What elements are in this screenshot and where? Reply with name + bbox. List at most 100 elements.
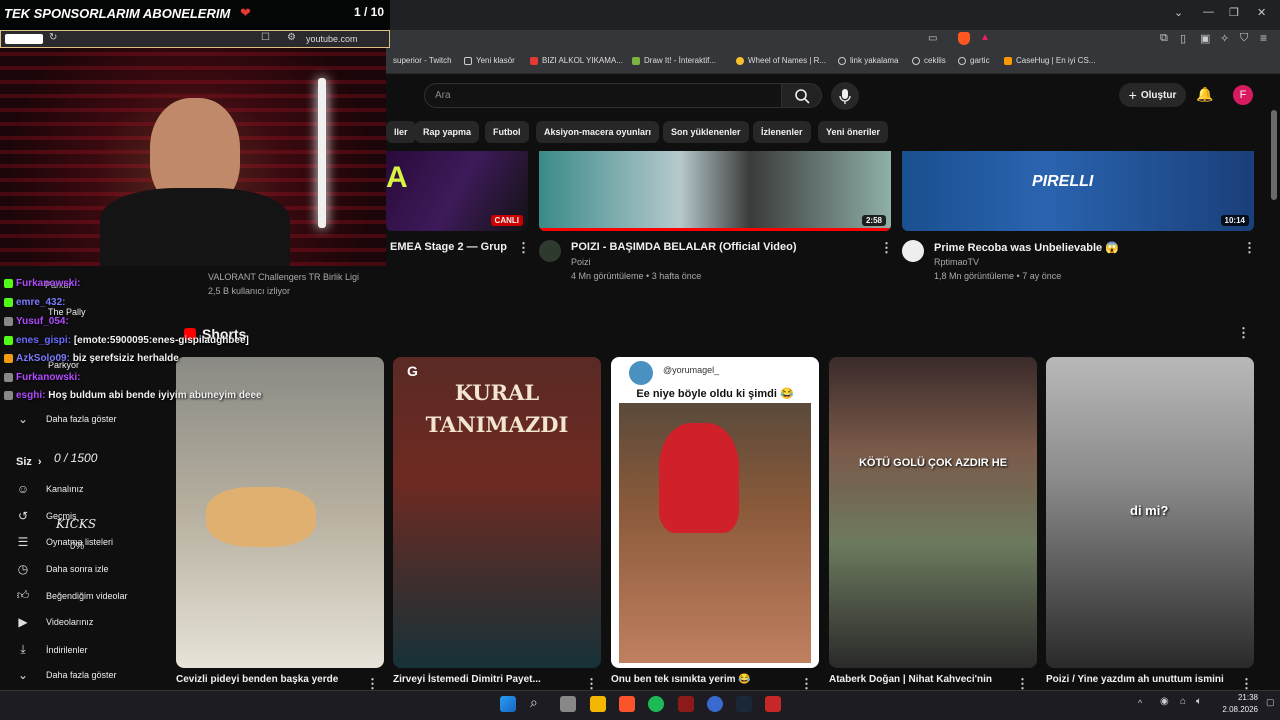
- bookmark[interactable]: link yakalama: [838, 56, 898, 65]
- sidebar-icon[interactable]: ▯: [1180, 32, 1186, 45]
- globe-icon: [912, 56, 920, 65]
- cast-icon[interactable]: ▭: [928, 33, 937, 44]
- brave-rewards-icon[interactable]: ▲: [980, 32, 990, 43]
- mic-icon: [839, 89, 851, 104]
- more-options-icon[interactable]: ⋮: [1243, 240, 1256, 256]
- network-icon[interactable]: ⌂: [1180, 696, 1186, 707]
- video-thumbnail-live[interactable]: A CANLI: [386, 151, 528, 231]
- tray-chevron-icon[interactable]: ^: [1138, 698, 1142, 708]
- duration-badge: 10:14: [1220, 215, 1249, 226]
- steam-icon[interactable]: [736, 696, 752, 712]
- brave-shield-icon[interactable]: [958, 32, 970, 45]
- channel-name[interactable]: VALORANT Challengers TR Birlik Ligi: [208, 272, 359, 282]
- more-options-icon[interactable]: ⋮: [880, 240, 893, 256]
- brave-browser-icon[interactable]: [619, 696, 635, 712]
- minimize-icon[interactable]: ⌄: [1174, 6, 1183, 19]
- video-meta: 1,8 Mn görüntüleme • 7 ay önce: [934, 271, 1062, 281]
- short-thumbnail[interactable]: KÖTÜ GOLÜ ÇOK AZDIR HE: [829, 357, 1037, 668]
- short-title[interactable]: Cevizli pideyi benden başka yerde: [176, 674, 338, 685]
- leo-icon[interactable]: ✧: [1220, 32, 1229, 45]
- short-title[interactable]: Poizi / Yine yazdım ah unuttum ismini: [1046, 674, 1224, 685]
- url-text[interactable]: youtube.com: [306, 34, 358, 44]
- short-title[interactable]: Zirveyi İstemedi Dimitri Payet...: [393, 674, 541, 685]
- sidebar-item-playlists[interactable]: ☰ Oynatma listeleri: [16, 535, 113, 549]
- chip[interactable]: Futbol: [485, 121, 529, 143]
- sidebar-item-watch-later[interactable]: ◷ Daha sonra izle: [16, 562, 109, 576]
- bookmark[interactable]: BIZI ALKOL YIKAMA...: [530, 56, 623, 65]
- short-overlay-text: KÖTÜ GOLÜ ÇOK AZDIR HE: [858, 457, 1008, 469]
- sidebar-you-header[interactable]: Siz ›: [16, 456, 42, 468]
- sidebar-item-liked[interactable]: 👍︎ Beğendiğim videolar: [16, 588, 128, 603]
- thumbnail-hair: [659, 423, 739, 533]
- channel-name[interactable]: RptimaoTV: [934, 257, 979, 267]
- spotify-icon[interactable]: [648, 696, 664, 712]
- task-view-icon[interactable]: [560, 696, 576, 712]
- bookmark[interactable]: cekilis: [912, 56, 946, 65]
- taskbar-date[interactable]: 2.08.2026: [1212, 705, 1258, 714]
- video-title[interactable]: POIZI - BAŞIMDA BELALAR (Official Video): [571, 241, 797, 253]
- app-icon[interactable]: [707, 696, 723, 712]
- chip[interactable]: ller: [386, 121, 416, 143]
- app-icon[interactable]: [678, 696, 694, 712]
- chip[interactable]: İzlenenler: [753, 121, 811, 143]
- short-thumbnail[interactable]: di mi?: [1046, 357, 1254, 668]
- bookmark-icon[interactable]: ☐: [261, 32, 270, 43]
- bookmark[interactable]: Draw It! - İnteraktif...: [632, 56, 716, 65]
- taskbar-time[interactable]: 21:38: [1218, 693, 1258, 702]
- tray-app-icon[interactable]: ◉: [1160, 696, 1169, 707]
- wallet-icon[interactable]: ▣: [1200, 32, 1210, 45]
- site-info-icon[interactable]: ⚙: [287, 32, 296, 43]
- close-icon[interactable]: ✕: [1257, 6, 1266, 19]
- chip[interactable]: Son yüklenenler: [663, 121, 749, 143]
- sidebar-item-downloads[interactable]: ⤓ İndirilenler: [16, 642, 87, 657]
- short-thumbnail[interactable]: [176, 357, 384, 668]
- app-icon[interactable]: [765, 696, 781, 712]
- extensions-icon[interactable]: ⧉: [1160, 32, 1168, 45]
- search-button[interactable]: [781, 83, 822, 108]
- windows-start-icon[interactable]: [500, 696, 516, 712]
- minimize-window-icon[interactable]: —: [1203, 6, 1214, 18]
- volume-icon[interactable]: 🔈︎: [1196, 696, 1202, 707]
- short-title[interactable]: Ataberk Doğan | Nihat Kahveci'nin: [829, 674, 992, 685]
- maximize-icon[interactable]: ❐: [1229, 6, 1239, 19]
- chip[interactable]: Aksiyon-macera oyunları: [536, 121, 660, 143]
- bookmark[interactable]: CaseHug | En iyi CS...: [1004, 56, 1095, 65]
- search-input[interactable]: Ara: [424, 83, 782, 108]
- chip[interactable]: Rap yapma: [415, 121, 480, 143]
- short-title[interactable]: Onu ben tek ısınıkta yerim 😂: [611, 674, 751, 685]
- video-title[interactable]: Prime Recoba was Unbelievable 😱: [934, 241, 1119, 254]
- address-bar[interactable]: ↻ ☐ ⚙ youtube.com: [0, 30, 390, 48]
- sidebar-item-your-videos[interactable]: ▶ Videolarınız: [16, 615, 93, 629]
- short-thumbnail[interactable]: KURAL TANIMAZDI G: [393, 357, 601, 668]
- webcam-light-bar: [318, 78, 326, 228]
- sidebar-item-channel[interactable]: ☺ Kanalınız: [16, 482, 84, 496]
- reload-icon[interactable]: ↻: [49, 32, 57, 43]
- page-scrollbar[interactable]: [1271, 110, 1277, 200]
- video-icon: ▶: [18, 615, 28, 629]
- video-thumbnail[interactable]: 2:58: [539, 151, 891, 231]
- sidebar-show-more[interactable]: ⌄ Daha fazla göster: [16, 412, 117, 426]
- bookmark[interactable]: gartic: [958, 56, 990, 65]
- menu-icon[interactable]: ≡: [1260, 31, 1267, 45]
- shorts-more-options-icon[interactable]: ⋮: [1237, 325, 1250, 341]
- file-explorer-icon[interactable]: [590, 696, 606, 712]
- bookmark[interactable]: Wheel of Names | R...: [736, 56, 826, 65]
- notifications-bell-icon[interactable]: 🔔: [1196, 86, 1213, 103]
- taskbar-search-icon[interactable]: ⌕: [530, 694, 538, 711]
- chip[interactable]: Yeni öneriler: [818, 121, 889, 143]
- voice-search-button[interactable]: [831, 82, 859, 110]
- bookmark-folder[interactable]: Yeni klasör: [464, 56, 515, 65]
- vpn-icon[interactable]: ⛉: [1240, 32, 1248, 45]
- create-button[interactable]: + Oluştur: [1119, 83, 1186, 107]
- video-thumbnail[interactable]: PIRELLI 10:14: [902, 151, 1254, 231]
- channel-avatar[interactable]: [539, 240, 561, 262]
- sidebar-show-more[interactable]: ⌄ Daha fazla göster: [16, 668, 117, 682]
- short-thumbnail[interactable]: @yorumagel_ Ee niye böyle oldu ki şimdi …: [611, 357, 819, 668]
- more-options-icon[interactable]: ⋮: [517, 240, 530, 256]
- notification-icon[interactable]: ▢: [1266, 697, 1275, 708]
- bookmark[interactable]: superior - Twitch: [393, 56, 452, 65]
- video-title[interactable]: EMEA Stage 2 — Grup: [390, 241, 507, 253]
- channel-avatar[interactable]: [902, 240, 924, 262]
- channel-name[interactable]: Poizi: [571, 257, 591, 267]
- avatar[interactable]: F: [1233, 85, 1253, 105]
